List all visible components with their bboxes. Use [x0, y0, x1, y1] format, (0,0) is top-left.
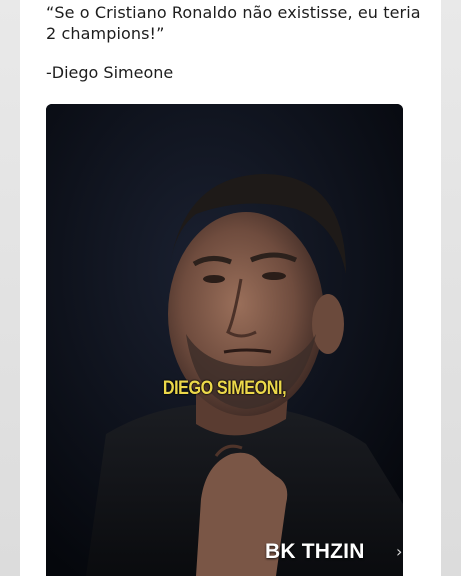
video-frame[interactable]: DIEGO SIMEONI, BK THZIN ›	[46, 104, 403, 576]
left-backdrop	[0, 0, 20, 576]
post-quote: “Se o Cristiano Ronaldo não existisse, e…	[46, 3, 421, 43]
chevron-right-icon[interactable]: ›	[396, 542, 402, 561]
post-author: -Diego Simeone	[46, 63, 174, 82]
video-subtitle: DIEGO SIMEONI,	[162, 378, 287, 399]
video-still	[46, 104, 403, 576]
channel-watermark: BK THZIN	[265, 540, 365, 563]
post-card: “Se o Cristiano Ronaldo não existisse, e…	[20, 0, 441, 576]
right-backdrop	[441, 0, 461, 576]
screenshot: “Se o Cristiano Ronaldo não existisse, e…	[0, 0, 461, 576]
